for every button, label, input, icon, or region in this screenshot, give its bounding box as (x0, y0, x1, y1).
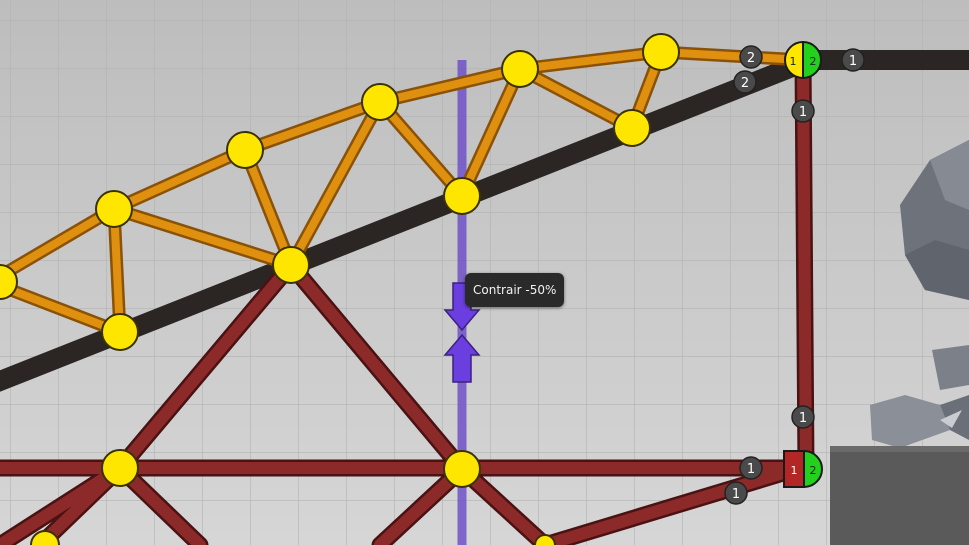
joint[interactable] (226, 131, 264, 169)
anchor-right-label: 2 (810, 464, 817, 477)
joint[interactable] (613, 109, 651, 147)
layer-badge: 1 (791, 405, 815, 429)
hydraulic-tooltip: Contrair -50% (465, 273, 565, 307)
svg-text:1: 1 (849, 54, 857, 69)
layer-badge: 1 (724, 481, 748, 505)
layer-badge: 1 (841, 48, 865, 72)
svg-text:1: 1 (747, 462, 755, 477)
layer-badge: 1 (739, 456, 763, 480)
svg-text:2: 2 (741, 76, 749, 91)
svg-text:1: 1 (799, 411, 807, 426)
joint[interactable] (443, 450, 481, 488)
joint[interactable] (101, 449, 139, 487)
joint[interactable] (272, 246, 310, 284)
svg-text:1: 1 (732, 487, 740, 502)
anchor-joint-top[interactable]: 1 2 (784, 40, 822, 80)
layer-badge: 2 (733, 70, 757, 94)
svg-text:1: 1 (799, 105, 807, 120)
joint[interactable] (101, 313, 139, 351)
anchor-joint-bottom[interactable]: 1 2 (783, 449, 823, 489)
joint[interactable] (95, 190, 133, 228)
svg-text:2: 2 (747, 51, 755, 66)
joint[interactable] (501, 50, 539, 88)
joint[interactable] (361, 83, 399, 121)
layer-badge: 1 (791, 99, 815, 123)
anchor-left-label: 1 (791, 464, 798, 477)
anchor-right-label: 2 (810, 55, 817, 68)
layer-badge: 2 (739, 45, 763, 69)
anchor-left-label: 1 (790, 55, 797, 68)
joint[interactable] (642, 33, 680, 71)
joint[interactable] (443, 177, 481, 215)
